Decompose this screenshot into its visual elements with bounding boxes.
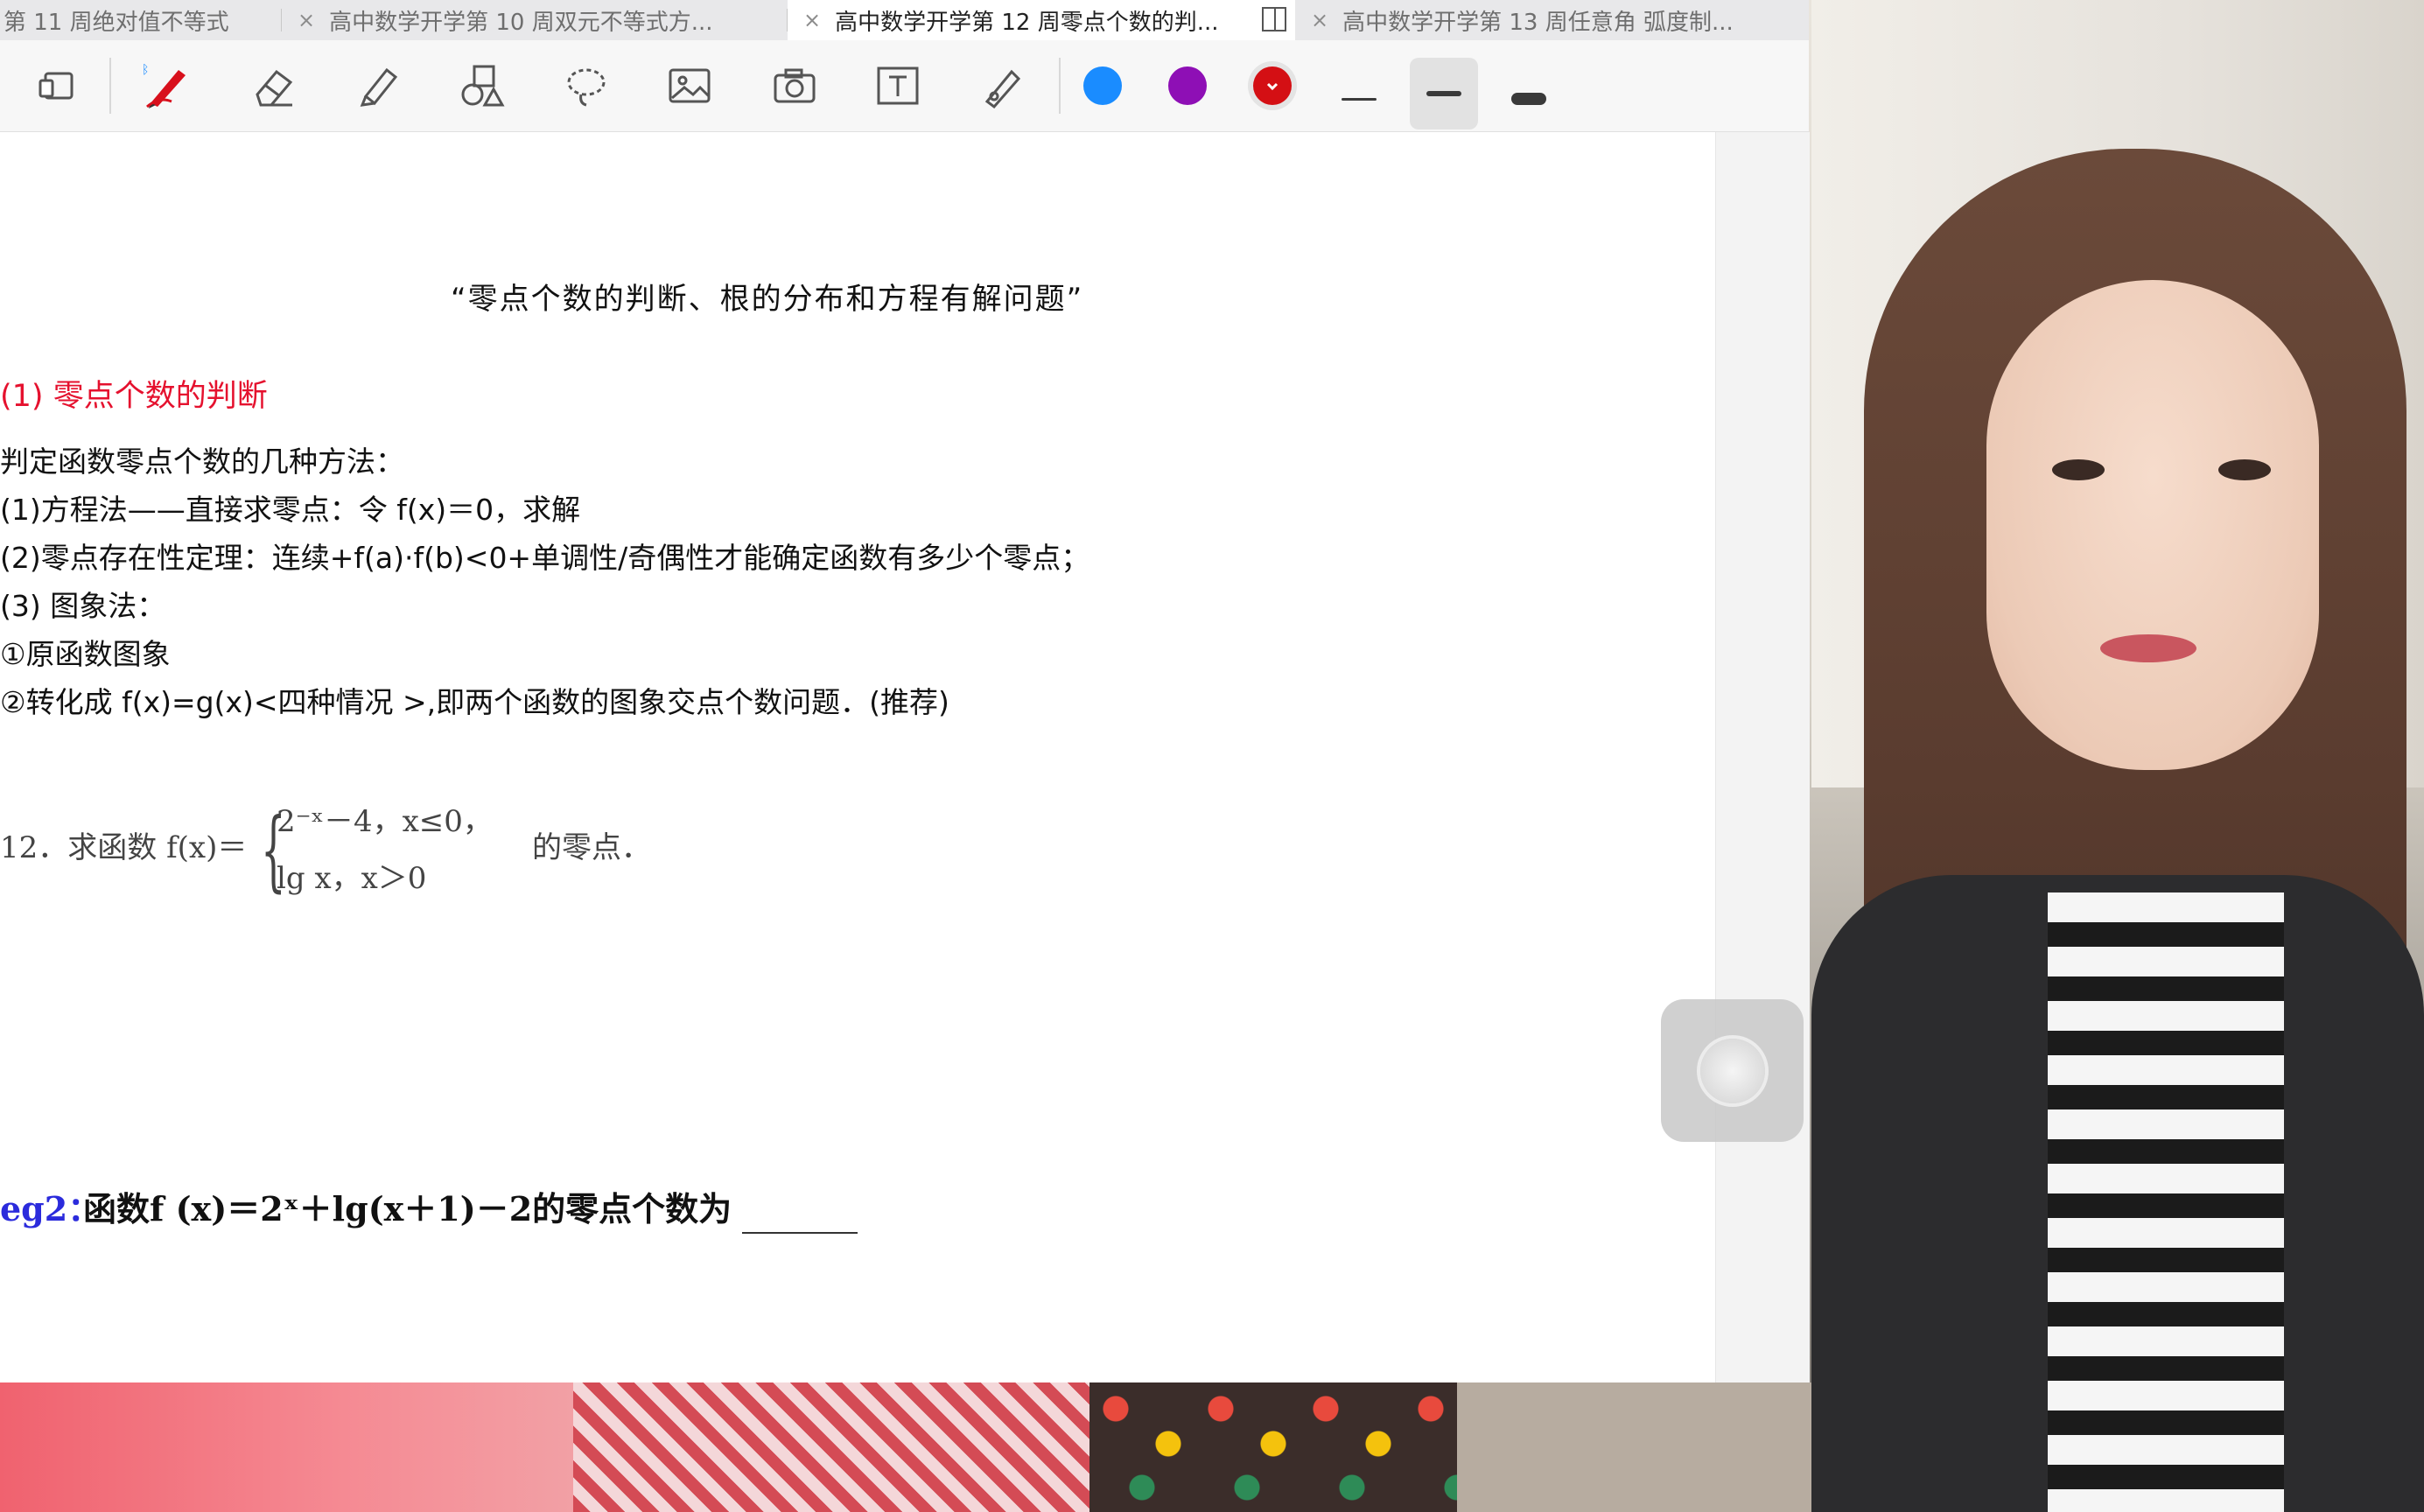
webcam-presenter-eye (2218, 459, 2271, 480)
webcam-pink-object (0, 1382, 573, 1512)
tab-label: 高中数学开学第 10 周双元不等式方... (329, 9, 713, 36)
convert-icon[interactable] (32, 60, 88, 112)
lasso-icon[interactable] (558, 60, 614, 112)
example-12-label: 12．求函数 f(x)＝ (0, 830, 248, 865)
tab-label: 第 11 周绝对值不等式 (4, 9, 229, 36)
assistive-touch-icon (1699, 1038, 1765, 1103)
svg-text:ᛒ: ᛒ (142, 63, 149, 77)
answer-blank[interactable] (742, 1232, 858, 1234)
toolbar-divider (1059, 58, 1061, 114)
toolbar-divider (109, 58, 111, 114)
method-line: (3) 图象法： (0, 589, 166, 623)
assistive-touch-button[interactable] (1661, 999, 1804, 1142)
method-line: (2)零点存在性定理：连续+f(a)·f(b)<0+单调性/奇偶性才能确定函数有… (0, 541, 1090, 575)
toolbar: ᛒ (0, 40, 1809, 132)
split-view-icon[interactable] (1262, 7, 1286, 32)
stroke-thin[interactable] (1325, 65, 1393, 133)
color-swatch-red[interactable] (1253, 66, 1292, 105)
camera-icon[interactable] (767, 60, 823, 112)
method-line: 判定函数零点个数的几种方法： (0, 444, 404, 479)
webcam-fabric (573, 1382, 1098, 1512)
method-line: ②转化成 f(x)=g(x)<四种情况 >,即两个函数的图象交点个数问题．(推荐… (0, 685, 949, 719)
image-icon[interactable] (662, 60, 718, 112)
pen-icon[interactable]: ᛒ (138, 60, 194, 112)
webcam-presenter-shirt (2048, 892, 2284, 1512)
piecewise-case: lg x，x＞0 (277, 861, 427, 896)
note-app-window: 第 11 周绝对值不等式 × 高中数学开学第 10 周双元不等式方... × 高… (0, 0, 1810, 1382)
highlighter-icon[interactable] (350, 60, 406, 112)
webcam-presenter-face (1986, 280, 2319, 770)
tab-week-10[interactable]: × 高中数学开学第 10 周双元不等式方... (282, 0, 788, 40)
piecewise-case: 2⁻ˣ－4，x≤0， (277, 804, 493, 839)
tab-label: 高中数学开学第 12 周零点个数的判... (835, 9, 1219, 36)
text-icon[interactable] (870, 60, 926, 112)
webcam-bag (1089, 1382, 1457, 1512)
tab-week-11[interactable]: 第 11 周绝对值不等式 (0, 0, 282, 40)
stroke-medium[interactable] (1410, 58, 1478, 130)
method-line: (1)方程法——直接求零点：令 f(x)＝0，求解 (0, 493, 581, 527)
webcam-presenter-lips (2100, 634, 2196, 662)
page-gutter (1715, 132, 1810, 1382)
stroke-thick-icon (1511, 93, 1546, 105)
example-2-text: 函数f (x)＝2ˣ＋lg(x＋1)－2的零点个数为 (83, 1189, 732, 1228)
tab-week-13[interactable]: × 高中数学开学第 13 周任意角 弧度制... (1295, 0, 1809, 40)
tab-bar: 第 11 周绝对值不等式 × 高中数学开学第 10 周双元不等式方... × 高… (0, 0, 1809, 41)
stroke-thin-icon (1342, 97, 1377, 101)
color-swatch-blue[interactable] (1083, 66, 1122, 105)
webcam-wall (1457, 1382, 1811, 1512)
chevron-down-icon (1266, 82, 1279, 91)
document-title: “零点个数的判断、根的分布和方程有解问题” (451, 282, 1084, 317)
shapes-icon[interactable] (455, 60, 511, 112)
document-page[interactable]: “零点个数的判断、根的分布和方程有解问题” (1) 零点个数的判断 判定函数零点… (0, 132, 1715, 1382)
laser-pointer-icon[interactable] (973, 60, 1029, 112)
stroke-medium-icon (1426, 91, 1461, 96)
eraser-icon[interactable] (247, 60, 303, 112)
example-12-tail: 的零点． (532, 830, 651, 865)
webcam-presenter-eye (2052, 459, 2105, 480)
method-line: ①原函数图象 (0, 637, 171, 671)
section-heading: (1) 零点个数的判断 (0, 379, 268, 414)
color-swatch-purple[interactable] (1168, 66, 1207, 105)
close-icon[interactable]: × (298, 8, 315, 32)
close-icon[interactable]: × (803, 8, 821, 32)
tab-label: 高中数学开学第 13 周任意角 弧度制... (1342, 9, 1734, 36)
tab-week-12[interactable]: × 高中数学开学第 12 周零点个数的判... (788, 0, 1295, 40)
close-icon[interactable]: × (1311, 8, 1328, 32)
stroke-thick[interactable] (1495, 65, 1563, 133)
